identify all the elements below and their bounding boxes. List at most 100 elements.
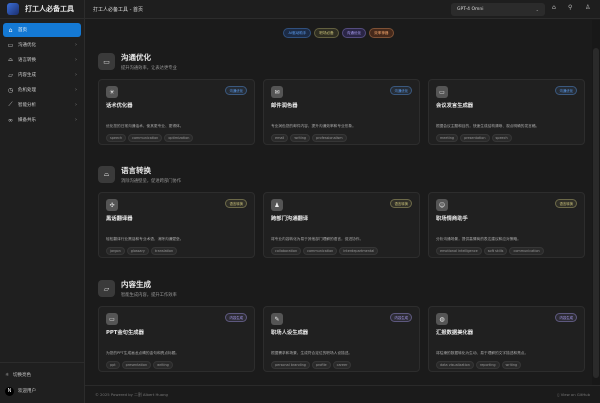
category-badge: 内容生成 — [225, 313, 247, 322]
folder-icon: ▱ — [8, 71, 13, 79]
user-menu[interactable]: N 欢迎用户 — [5, 383, 80, 399]
tag: speech — [491, 134, 512, 142]
card-description: 优化您的日常沟通话术，使其更专业、更得体。 — [106, 124, 184, 128]
chevron-right-icon: › — [75, 117, 77, 123]
tag-list: speech communication optimization — [106, 134, 194, 142]
tag: communication — [303, 247, 338, 255]
tag: soft skills — [483, 247, 508, 255]
tag: interdepartmental — [339, 247, 379, 255]
tag: communication — [128, 134, 163, 142]
tag: meeting — [436, 134, 459, 142]
badge: 沟通优化 — [341, 28, 367, 38]
sidebar: 打工人必备工具 ⌂ 首页 ▭ 沟通优化 › ⌓ 语言转换 › ▱ 内容生成 › ◷ 危机处理 › ⟋ 智能分析… — [0, 0, 85, 403]
tool-card[interactable]: ✉ 沟通优化 邮件润色器 专业润色您的邮件内容，提升沟通效率和专业形象。 email wr… — [263, 79, 420, 145]
team-icon: ♟ — [271, 199, 283, 211]
chat-icon: ▭ — [7, 41, 14, 49]
tag-list: meeting presentation speech — [436, 134, 512, 142]
logo[interactable]: 打工人必备工具 — [0, 0, 84, 19]
tool-card[interactable]: ♟ 语言转换 跨部门沟通翻译 将专业内容转化为易于其他部门理解的语言，促进协作。 col… — [263, 192, 420, 258]
scrollbar[interactable] — [592, 20, 600, 385]
tag-list: personal branding profile career — [271, 361, 352, 369]
tag: glossary — [126, 247, 149, 255]
translate-icon: ⌓ — [8, 56, 13, 63]
badge: 效率神器 — [369, 28, 394, 38]
presentation-icon: ▭ — [436, 86, 448, 98]
user-label: 欢迎用户 — [18, 389, 36, 394]
chevron-right-icon: › — [75, 57, 77, 63]
card-description: 专业润色您的邮件内容，提升沟通效率和专业形象。 — [271, 124, 356, 128]
section-subtitle: 智能生成内容，提升工作效率 — [121, 293, 177, 298]
card-description: 根据会议主题和目的，快速生成结构清晰、观点明确的发言稿。 — [436, 124, 540, 128]
tool-card[interactable]: ▭ 沟通优化 会议发言生成器 根据会议主题和目的，快速生成结构清晰、观点明确的发言稿。… — [428, 79, 585, 145]
copyright: © 2025 Powered by 二割 Albert Huang — [95, 391, 168, 397]
avatar: N — [5, 386, 14, 396]
github-link-label: View on GitHub — [560, 392, 590, 397]
tag: data visualization — [436, 361, 474, 369]
github-icon[interactable]: ⚲ — [568, 4, 572, 11]
home-icon[interactable]: ⌂ — [552, 4, 556, 11]
footer: © 2025 Powered by 二割 Albert Huang ▯ View… — [85, 385, 600, 403]
chat-icon: ▭ — [98, 53, 115, 70]
mail-icon: ✉ — [271, 86, 283, 98]
card-title: 跨部门沟通翻译 — [271, 216, 309, 222]
category-badge: 沟通优化 — [390, 86, 412, 95]
tag: presentation — [121, 361, 152, 369]
tag: ppt — [106, 361, 120, 369]
category-badge: 沟通优化 — [225, 86, 247, 95]
card-title: PPT金句生成器 — [106, 330, 144, 336]
tool-card[interactable]: ◍ 内容生成 汇报数据美化器 将枯燥的数据转化为生动、易于理解的文字描述和亮点。 dat… — [428, 306, 585, 372]
card-title: 邮件润色器 — [271, 103, 298, 109]
app-title: 打工人必备工具 — [25, 5, 74, 13]
card-description: 根据需求和场景，生成符合定位的职场人设描述。 — [271, 351, 353, 355]
smile-icon: ☺ — [436, 199, 448, 211]
tool-card[interactable]: ▭ 内容生成 PPT金句生成器 为您的PPT生成画龙点睛的金句和亮点标题。 ppt pre… — [98, 306, 255, 372]
sidebar-item-2[interactable]: ⌓ 语言转换 › — [3, 53, 81, 67]
sidebar-item-3[interactable]: ▱ 内容生成 › — [3, 68, 81, 82]
theme-toggle-label: 切换亮色 — [13, 373, 32, 378]
sidebar-item-label: 媒备共乐 — [18, 118, 36, 123]
tool-card[interactable]: ☺ 语言转换 职场情商助手 分析沟通场景，提供高情商的表达建议和应对策略。 emotio… — [428, 192, 585, 258]
tag: optimization — [164, 134, 194, 142]
main-content: AI驱动助手 职场必备 沟通优化 效率神器 ▭ 沟通优化 提升沟通效率，让表达更专业 ☀ 沟通… — [85, 20, 592, 385]
robot-icon: ⌓ — [98, 166, 115, 183]
tag-list: ppt presentation writing — [106, 361, 173, 369]
model-select[interactable]: GPT-4 Omni ⌄ — [451, 3, 545, 16]
tag-list: jargon glossary translation — [106, 247, 178, 255]
card-description: 轻松翻译行业黑话和专业术语，消除沟通壁垒。 — [106, 237, 184, 241]
section-header: ⌓ 语言转换 消除沟通壁垒，促进跨部门协作 — [98, 165, 181, 184]
feature-badges: AI驱动助手 职场必备 沟通优化 效率神器 — [85, 28, 592, 38]
card-title: 职场人设生成器 — [271, 330, 309, 336]
tag: reporting — [475, 361, 500, 369]
user-icon[interactable]: ♙ — [585, 4, 590, 11]
tag-list: data visualization reporting writing — [436, 361, 522, 369]
card-title: 话术优化器 — [106, 103, 133, 109]
sidebar-item-label: 危机处理 — [18, 88, 36, 93]
sidebar-item-0[interactable]: ⌂ 首页 — [3, 23, 81, 37]
tool-card[interactable]: ✎ 内容生成 职场人设生成器 根据需求和场景，生成符合定位的职场人设描述。 person… — [263, 306, 420, 372]
chart-icon: ⟋ — [8, 101, 13, 108]
scrollbar-thumb[interactable] — [593, 48, 599, 378]
tag: professionalism — [312, 134, 347, 142]
sidebar-item-5[interactable]: ⟋ 智能分析 › — [3, 98, 81, 112]
tag: emotional intelligence — [436, 247, 482, 255]
card-description: 将专业内容转化为易于其他部门理解的语言，促进协作。 — [271, 237, 364, 241]
sidebar-item-1[interactable]: ▭ 沟通优化 › — [3, 38, 81, 52]
chevron-down-icon: ⌄ — [535, 7, 539, 12]
sidebar-item-label: 语言转换 — [18, 58, 36, 63]
theme-toggle[interactable]: ☼ 切换亮色 — [5, 367, 80, 383]
category-badge: 内容生成 — [390, 313, 412, 322]
sidebar-item-4[interactable]: ◷ 危机处理 › — [3, 83, 81, 97]
page-title: 打工人必备工具 - 首页 — [93, 6, 143, 13]
chevron-right-icon: › — [75, 102, 77, 108]
sidebar-item-6[interactable]: ∞ 媒备共乐 › — [3, 113, 81, 127]
model-select-value: GPT-4 Omni — [457, 7, 484, 12]
chevron-right-icon: › — [75, 42, 77, 48]
tool-card[interactable]: ✣ 语言转换 黑话翻译器 轻松翻译行业黑话和专业术语，消除沟通壁垒。 jargon glo… — [98, 192, 255, 258]
card-description: 分析沟通场景，提供高情商的表达建议和应对策略。 — [436, 237, 521, 241]
github-link[interactable]: ▯ View on GitHub — [557, 392, 590, 397]
category-badge: 内容生成 — [555, 313, 577, 322]
tool-card[interactable]: ☀ 沟通优化 话术优化器 优化您的日常沟通话术，使其更专业、更得体。 speech com… — [98, 79, 255, 145]
tag: communication — [509, 247, 544, 255]
tag: speech — [106, 134, 127, 142]
tag: jargon — [106, 247, 125, 255]
